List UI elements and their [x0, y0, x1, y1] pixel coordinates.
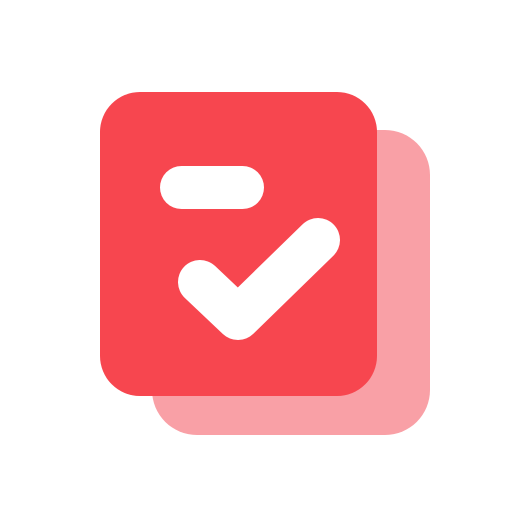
icon-canvas — [0, 0, 512, 512]
task-checklist-app-icon — [100, 92, 430, 435]
dash-line-icon — [160, 166, 264, 209]
